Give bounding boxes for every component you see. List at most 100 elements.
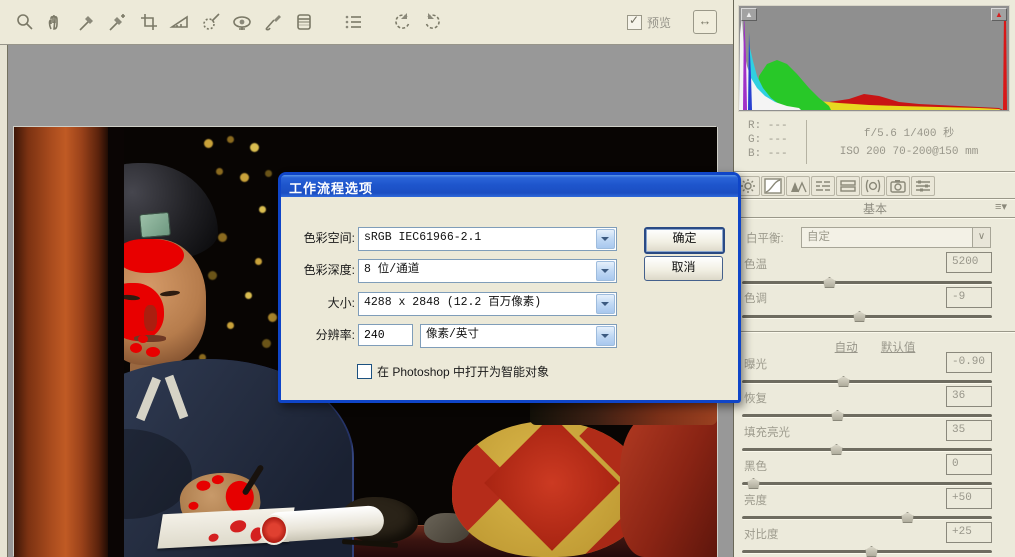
size-value: 4288 x 2848 (12.2 百万像素) (364, 296, 541, 309)
camera-raw-window: 预览 ↔ (0, 0, 1015, 557)
graduated-filter-tool-icon[interactable] (291, 9, 317, 35)
slider-thumb[interactable] (823, 277, 836, 288)
hand-tool-icon[interactable] (43, 9, 69, 35)
highlight-clipping-overlay (138, 335, 148, 343)
resolution-input[interactable] (358, 324, 413, 346)
camera-calibration-tab-icon[interactable] (886, 176, 910, 196)
highlight-clipping-overlay (146, 347, 160, 357)
exposure-label: 曝光 (744, 356, 767, 372)
blacks-label: 黑色 (744, 458, 767, 474)
chevron-down-icon (596, 229, 615, 249)
preview-label: 预览 (647, 14, 671, 31)
red-ink-smudge (208, 533, 219, 542)
rotate-left-icon[interactable] (389, 9, 415, 35)
histogram[interactable]: ▲ ▲ (738, 5, 1010, 112)
white-balance-value: 自定 (807, 231, 830, 243)
blacks-value-box[interactable]: 0 (946, 454, 992, 475)
contrast-label: 对比度 (744, 526, 779, 542)
dialog-title-bar[interactable]: 工作流程选项 (281, 175, 738, 197)
white-balance-label: 白平衡: (746, 230, 784, 246)
preferences-icon[interactable] (340, 9, 366, 35)
contrast-value-box[interactable]: +25 (946, 522, 992, 543)
white-balance-tool-icon[interactable] (74, 9, 100, 35)
highlight-clipping-warning[interactable]: ▲ (991, 8, 1007, 21)
auto-link[interactable]: 自动 (835, 342, 858, 354)
slider-track (742, 281, 992, 285)
split-toning-tab-icon[interactable] (836, 176, 860, 196)
slider-track (742, 482, 992, 486)
red-eye-tool-icon[interactable] (229, 9, 255, 35)
color-sampler-tool-icon[interactable] (105, 9, 131, 35)
recovery-value-box[interactable]: 36 (946, 386, 992, 407)
collar (136, 377, 161, 421)
contrast-slider[interactable] (742, 546, 992, 557)
slider-track (742, 448, 992, 452)
eye (160, 290, 180, 297)
chevron-down-icon (596, 326, 615, 346)
detail-tab-icon[interactable] (786, 176, 810, 196)
rgb-r-readout: R: --- (748, 120, 788, 132)
divider (734, 331, 1015, 333)
recovery-label: 恢复 (744, 390, 767, 406)
smart-object-label: 在 Photoshop 中打开为智能对象 (377, 363, 549, 380)
divider (734, 217, 1015, 219)
patterned-pillow (452, 421, 646, 557)
slider-track (742, 315, 992, 319)
hsl-grayscale-tab-icon[interactable] (811, 176, 835, 196)
straighten-tool-icon[interactable] (167, 9, 193, 35)
slider-thumb[interactable] (747, 478, 760, 489)
tone-curve-tab-icon[interactable] (761, 176, 785, 196)
white-balance-dropdown[interactable]: 自定 ∨ (801, 227, 991, 248)
door-frame (14, 127, 108, 557)
zoom-tool-icon[interactable] (12, 9, 38, 35)
chevron-down-icon (596, 294, 615, 314)
chevron-down-icon (596, 261, 615, 281)
resolution-label: 分辨率: (283, 324, 355, 346)
highlight-clipping-overlay (211, 475, 224, 485)
exposure-value-box[interactable]: -0.90 (946, 352, 992, 373)
fullscreen-toggle-icon[interactable]: ↔ (693, 10, 717, 34)
resolution-unit-dropdown[interactable]: 像素/英寸 (420, 324, 617, 348)
slider-thumb[interactable] (837, 376, 850, 387)
cancel-button[interactable]: 取消 (644, 256, 723, 281)
fill-light-value-box[interactable]: 35 (946, 420, 992, 441)
color-depth-value: 8 位/通道 (364, 263, 419, 276)
slider-thumb[interactable] (830, 444, 843, 455)
brightness-value-box[interactable]: +50 (946, 488, 992, 509)
highlight-clipping-overlay (118, 239, 184, 273)
highlight-clipping-overlay (196, 480, 211, 491)
slider-thumb[interactable] (831, 410, 844, 421)
divider (734, 171, 1015, 173)
color-space-dropdown[interactable]: sRGB IEC61966-2.1 (358, 227, 617, 251)
panel-menu-icon[interactable]: ≡▾ (995, 200, 1007, 213)
tint-slider[interactable] (742, 311, 992, 323)
highlight-clipping-overlay (188, 501, 199, 510)
slider-thumb[interactable] (901, 512, 914, 523)
default-link[interactable]: 默认值 (881, 342, 916, 354)
slider-thumb[interactable] (853, 311, 866, 322)
rotate-right-icon[interactable] (420, 9, 446, 35)
iso-lens-readout: ISO 200 70-200@150 mm (814, 146, 1004, 158)
red-pillow-end (620, 413, 717, 557)
workflow-options-dialog: 工作流程选项 色彩空间: sRGB IEC61966-2.1 确定 色彩深度: … (278, 172, 741, 403)
histogram-graph (739, 6, 1009, 111)
size-dropdown[interactable]: 4288 x 2848 (12.2 百万像素) (358, 292, 617, 316)
spot-removal-tool-icon[interactable] (198, 9, 224, 35)
slider-thumb[interactable] (865, 546, 878, 557)
tint-value-box[interactable]: -9 (946, 287, 992, 308)
resolution-unit-value: 像素/英寸 (426, 328, 479, 341)
tint-label: 色调 (744, 290, 767, 306)
adjustment-brush-tool-icon[interactable] (260, 9, 286, 35)
temperature-value-box[interactable]: 5200 (946, 252, 992, 273)
crop-tool-icon[interactable] (136, 9, 162, 35)
presets-tab-icon[interactable] (911, 176, 935, 196)
exif-readout: R: --- G: --- B: --- f/5.6 1/400 秒 ISO 2… (734, 114, 1015, 172)
preview-checkbox[interactable] (627, 15, 642, 30)
ok-button[interactable]: 确定 (644, 227, 725, 254)
smart-object-checkbox[interactable] (357, 364, 372, 379)
lens-corrections-tab-icon[interactable] (861, 176, 885, 196)
fill-light-label: 填充亮光 (744, 424, 790, 440)
color-depth-dropdown[interactable]: 8 位/通道 (358, 259, 617, 283)
color-space-value: sRGB IEC61966-2.1 (364, 231, 481, 244)
shadow-clipping-warning[interactable]: ▲ (741, 8, 757, 21)
